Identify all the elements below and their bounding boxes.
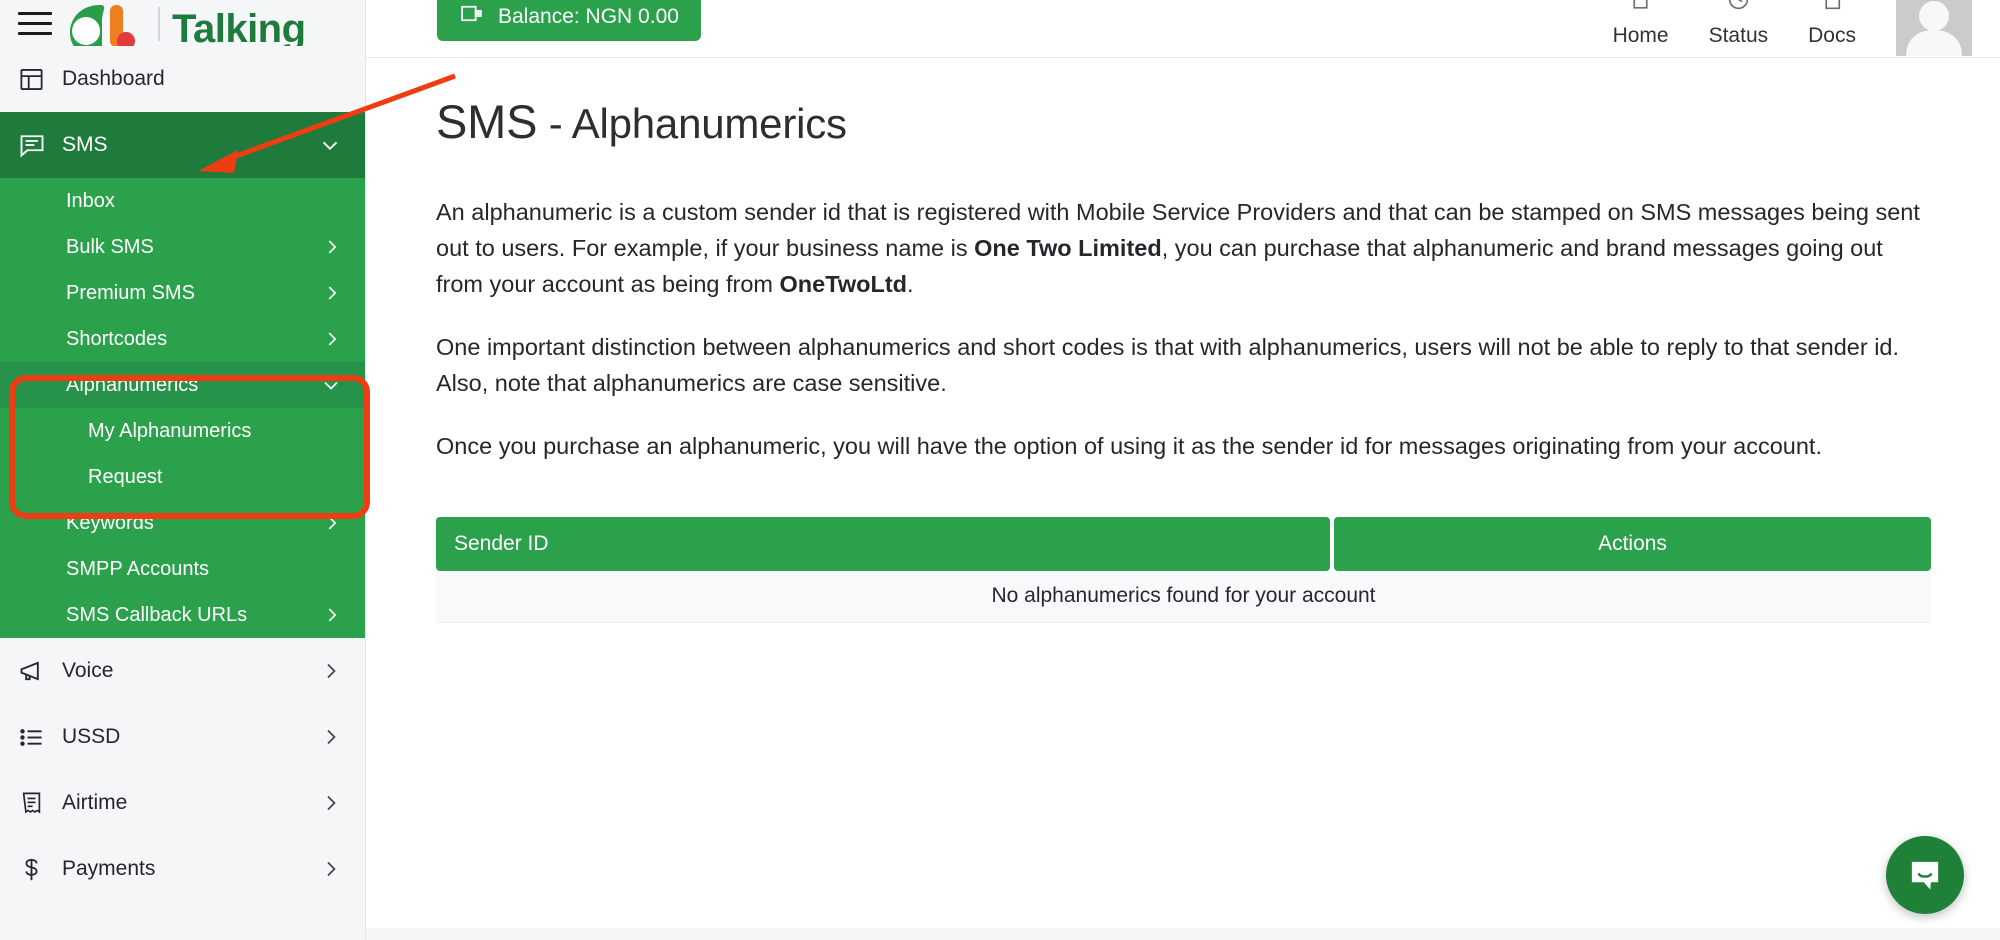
receipt-icon bbox=[18, 790, 62, 817]
sidebar-item-ussd[interactable]: USSD bbox=[0, 704, 365, 770]
sidebar-subitem-my-alphanumerics[interactable]: My Alphanumerics bbox=[0, 408, 365, 454]
sidebar-item-sms[interactable]: SMS bbox=[0, 112, 365, 178]
sidebar-subitem-keywords[interactable]: Keywords bbox=[0, 500, 365, 546]
subitem-label: Inbox bbox=[66, 189, 115, 212]
column-header-sender-id[interactable]: Sender ID bbox=[436, 516, 1330, 571]
africas-talking-logo-icon bbox=[70, 5, 135, 46]
description-paragraph: An alphanumeric is a custom sender id th… bbox=[436, 195, 1936, 303]
page-title-primary: SMS bbox=[436, 95, 538, 148]
chevron-right-icon bbox=[321, 604, 343, 626]
chevron-right-icon bbox=[319, 857, 343, 881]
alphanumerics-table: Sender ID Actions No alphanumerics found… bbox=[436, 516, 1931, 623]
app-root: Talking Dashboard SMS Inbox Bulk SMS Pre… bbox=[0, 0, 2000, 940]
chevron-right-icon bbox=[321, 282, 343, 304]
sidebar-subitem-request[interactable]: Request bbox=[0, 454, 365, 500]
column-header-actions[interactable]: Actions bbox=[1334, 516, 1931, 571]
chevron-right-icon bbox=[321, 236, 343, 258]
sidebar-item-label: SMS bbox=[62, 133, 108, 156]
sidebar-subitem-shortcodes[interactable]: Shortcodes bbox=[0, 316, 365, 362]
top-nav-label: Docs bbox=[1808, 24, 1856, 47]
page-title: SMS - Alphanumerics bbox=[436, 94, 1940, 149]
sidebar-subitem-inbox[interactable]: Inbox bbox=[0, 178, 365, 224]
sidebar-subitem-alphanumerics[interactable]: Alphanumerics bbox=[0, 362, 365, 408]
sidebar-item-dashboard[interactable]: Dashboard bbox=[0, 46, 365, 112]
hamburger-menu-icon[interactable] bbox=[18, 10, 52, 36]
logo-divider bbox=[158, 7, 160, 41]
wallet-icon bbox=[459, 1, 484, 32]
description-paragraph: One important distinction between alphan… bbox=[436, 330, 1936, 402]
chevron-right-icon bbox=[319, 659, 343, 683]
sidebar-subitem-premium-sms[interactable]: Premium SMS bbox=[0, 270, 365, 316]
sidebar-subitem-bulk-sms[interactable]: Bulk SMS bbox=[0, 224, 365, 270]
brand-name: Talking bbox=[172, 7, 306, 46]
sidebar-item-label: Payments bbox=[62, 857, 156, 880]
chevron-down-icon[interactable] bbox=[319, 373, 343, 397]
dollar-icon bbox=[18, 856, 62, 883]
list-icon bbox=[18, 724, 62, 751]
sidebar-item-label: Voice bbox=[62, 659, 114, 682]
sidebar-item-label: USSD bbox=[62, 725, 121, 748]
subitem-label: My Alphanumerics bbox=[88, 419, 252, 442]
sms-submenu: Inbox Bulk SMS Premium SMS Shortcodes Al… bbox=[0, 178, 365, 638]
sidebar-item-label: Airtime bbox=[62, 791, 128, 814]
body-text: . bbox=[907, 270, 914, 297]
home-icon bbox=[1628, 0, 1653, 18]
table-header-row: Sender ID Actions bbox=[436, 516, 1931, 571]
subitem-label: Shortcodes bbox=[66, 327, 168, 350]
subitem-label: Bulk SMS bbox=[66, 235, 154, 258]
chevron-right-icon bbox=[321, 512, 343, 534]
description-paragraph: Once you purchase an alphanumeric, you w… bbox=[436, 429, 1936, 465]
sidebar-subitem-sms-callback-urls[interactable]: SMS Callback URLs bbox=[0, 592, 365, 638]
intercom-chat-button[interactable] bbox=[1886, 836, 1964, 914]
balance-label: Balance: NGN 0.00 bbox=[498, 4, 679, 28]
chevron-down-icon[interactable] bbox=[317, 132, 343, 158]
alphanumerics-submenu: My Alphanumerics Request bbox=[0, 408, 365, 500]
user-avatar-icon[interactable] bbox=[1896, 0, 1972, 56]
body-text: One important distinction between alphan… bbox=[436, 333, 1900, 396]
page-title-secondary: - Alphanumerics bbox=[537, 100, 847, 147]
chevron-right-icon bbox=[321, 328, 343, 350]
top-nav-label: Home bbox=[1612, 24, 1669, 47]
body-text: Once you purchase an alphanumeric, you w… bbox=[436, 432, 1822, 459]
sidebar-item-airtime[interactable]: Airtime bbox=[0, 770, 365, 836]
sidebar-subitem-smpp-accounts[interactable]: SMPP Accounts bbox=[0, 546, 365, 592]
top-right-nav: Home Status Docs bbox=[1613, 0, 2000, 56]
docs-icon bbox=[1820, 0, 1845, 18]
emphasis-text: One Two Limited bbox=[974, 234, 1162, 261]
subitem-label: SMS Callback URLs bbox=[66, 603, 248, 626]
sidebar-item-payments[interactable]: Payments bbox=[0, 836, 365, 902]
page-bottom-edge bbox=[366, 928, 2000, 940]
description-paragraphs: An alphanumeric is a custom sender id th… bbox=[436, 195, 1940, 465]
table-empty-message: No alphanumerics found for your account bbox=[436, 570, 1931, 623]
sms-chat-icon bbox=[18, 131, 62, 159]
brand-logo[interactable]: Talking bbox=[66, 1, 306, 46]
main-content: SMS - Alphanumerics An alphanumeric is a… bbox=[366, 58, 2000, 940]
emphasis-text: OneTwoLtd bbox=[779, 270, 907, 297]
subitem-label: Keywords bbox=[66, 511, 154, 534]
top-nav-docs[interactable]: Docs bbox=[1808, 0, 1856, 48]
subitem-label: Request bbox=[88, 465, 163, 488]
subitem-label: Alphanumerics bbox=[66, 373, 199, 396]
top-nav-status[interactable]: Status bbox=[1708, 0, 1769, 48]
megaphone-icon bbox=[18, 657, 62, 685]
sidebar: Talking Dashboard SMS Inbox Bulk SMS Pre… bbox=[0, 0, 366, 940]
balance-button[interactable]: Balance: NGN 0.00 bbox=[437, 0, 701, 41]
top-navigation-bar: Balance: NGN 0.00 Home Status Docs bbox=[366, 0, 2000, 58]
dashboard-icon bbox=[18, 66, 62, 93]
intercom-chat-icon bbox=[1911, 861, 1939, 890]
status-icon bbox=[1726, 0, 1751, 18]
sidebar-item-voice[interactable]: Voice bbox=[0, 638, 365, 704]
subitem-label: Premium SMS bbox=[66, 281, 195, 304]
chevron-right-icon bbox=[319, 725, 343, 749]
chevron-right-icon bbox=[319, 791, 343, 815]
subitem-label: SMPP Accounts bbox=[66, 557, 210, 580]
sidebar-item-label: Dashboard bbox=[62, 67, 165, 90]
brand-header: Talking bbox=[0, 0, 365, 46]
top-nav-home[interactable]: Home bbox=[1613, 0, 1669, 48]
top-nav-label: Status bbox=[1708, 24, 1769, 47]
